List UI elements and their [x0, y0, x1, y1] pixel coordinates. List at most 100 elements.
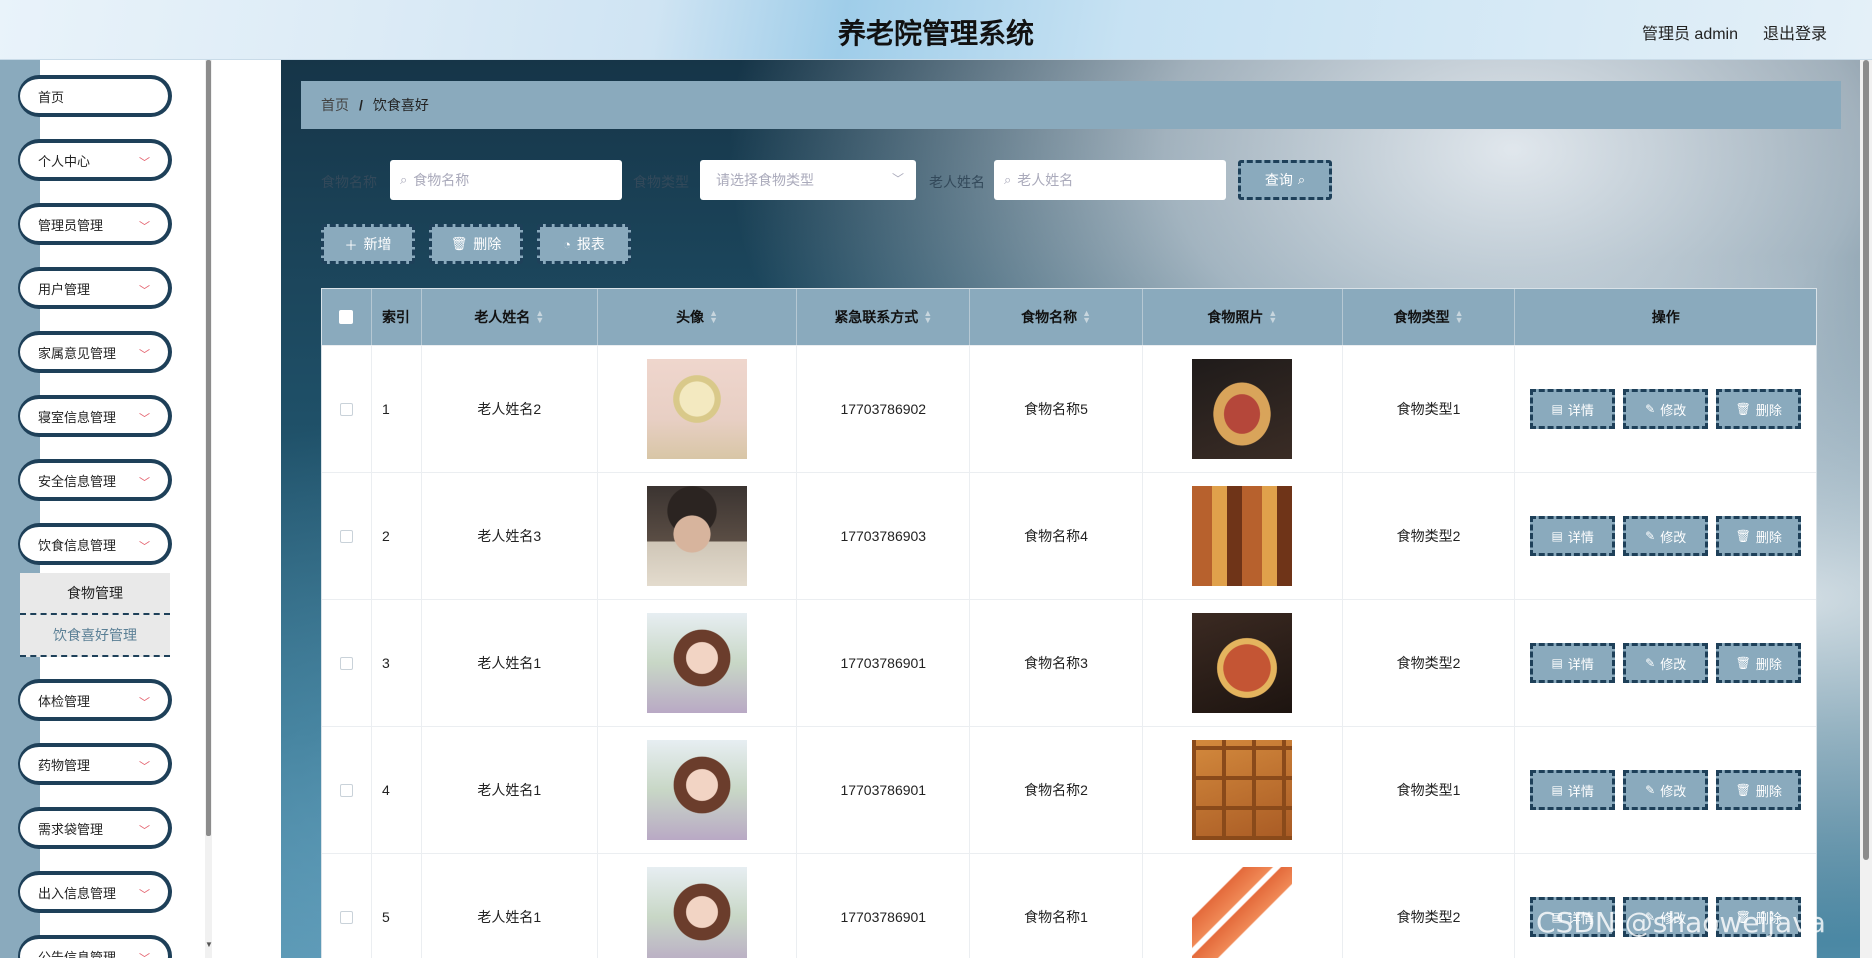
avatar-image[interactable]	[647, 486, 748, 586]
food-image[interactable]	[1192, 740, 1293, 840]
elder-name-input[interactable]: ⌕ 老人姓名	[994, 160, 1226, 200]
trash-icon: 🗑	[1735, 656, 1751, 670]
col-avatar[interactable]: 头像 ▲ ▼	[598, 289, 798, 345]
food-name-cell: 食物名称5	[970, 346, 1143, 472]
avatar-image[interactable]	[647, 613, 748, 713]
avatar-image[interactable]	[647, 359, 748, 459]
col-food-name[interactable]: 食物名称 ▲ ▼	[970, 289, 1143, 345]
detail-button[interactable]: ▤ 详情	[1530, 516, 1616, 556]
add-button[interactable]: ＋ 新增	[321, 224, 415, 264]
sort-icon[interactable]: ▲ ▼	[1455, 309, 1464, 325]
logout-link[interactable]: 退出登录	[1763, 20, 1827, 44]
row-checkbox[interactable]	[339, 656, 353, 670]
query-button[interactable]: 查询 ⌕	[1238, 160, 1332, 200]
detail-button[interactable]: ▤ 详情	[1530, 643, 1616, 683]
submenu-item-food[interactable]: 食物管理	[20, 573, 170, 615]
edit-icon: ✎	[1645, 529, 1656, 543]
edit-label: 修改	[1660, 402, 1687, 418]
sidebar-item-label: 寝室信息管理	[38, 409, 117, 425]
sort-icon[interactable]: ▲ ▼	[1082, 309, 1091, 325]
sidebar-item-medicine[interactable]: 药物管理 ﹀	[18, 743, 172, 785]
phone-cell: 17703786902	[797, 346, 971, 472]
trash-icon: 🗑	[1735, 402, 1751, 416]
row-delete-button[interactable]: 🗑 删除	[1716, 389, 1802, 429]
sidebar-item-access[interactable]: 出入信息管理 ﹀	[18, 871, 172, 913]
search-icon: ⌕	[400, 172, 408, 187]
index-cell: 5	[372, 854, 422, 958]
sidebar-item-home[interactable]: 首页	[18, 75, 172, 117]
sort-icon[interactable]: ▲ ▼	[1268, 309, 1277, 325]
food-image[interactable]	[1192, 613, 1293, 713]
chevron-down-icon: ﹀	[139, 285, 150, 297]
sidebar-item-users[interactable]: 用户管理 ﹀	[18, 267, 172, 309]
index-cell: 3	[372, 600, 422, 726]
select-all-checkbox[interactable]	[339, 310, 354, 324]
col-food-type[interactable]: 食物类型 ▲ ▼	[1343, 289, 1516, 345]
sidebar-item-notice[interactable]: 公告信息管理 ﹀	[18, 935, 172, 958]
col-emergency-contact[interactable]: 紧急联系方式 ▲ ▼	[797, 289, 971, 345]
row-checkbox[interactable]	[339, 910, 353, 924]
sidebar-item-security[interactable]: 安全信息管理 ﹀	[18, 459, 172, 501]
breadcrumb-home[interactable]: 首页	[321, 95, 349, 115]
avatar-image[interactable]	[647, 867, 748, 958]
actions-cell: ▤ 详情 ✎ 修改 🗑 删除	[1515, 600, 1816, 726]
chevron-down-icon: ﹀	[139, 477, 150, 489]
sort-icon[interactable]: ▲ ▼	[709, 309, 718, 325]
food-photo-cell	[1143, 600, 1343, 726]
edit-button[interactable]: ✎ 修改	[1623, 516, 1709, 556]
phone-cell: 17703786903	[797, 473, 971, 599]
select-all-cell	[322, 289, 372, 345]
edit-icon: ✎	[1645, 402, 1656, 416]
sidebar-item-diet[interactable]: 饮食信息管理 ﹀	[18, 523, 172, 565]
sidebar-item-family-feedback[interactable]: 家属意见管理 ﹀	[18, 331, 172, 373]
edit-button[interactable]: ✎ 修改	[1623, 643, 1709, 683]
submenu-item-diet-preference[interactable]: 饮食喜好管理	[20, 615, 170, 657]
food-image[interactable]	[1192, 359, 1293, 459]
food-image[interactable]	[1192, 486, 1293, 586]
avatar-image[interactable]	[647, 740, 748, 840]
detail-button[interactable]: ▤ 详情	[1530, 770, 1616, 810]
row-checkbox[interactable]	[339, 402, 353, 416]
report-button[interactable]: ◔ 报表	[537, 224, 631, 264]
chevron-down-icon: ﹀	[139, 825, 150, 837]
detail-label: 详情	[1567, 656, 1594, 672]
detail-button[interactable]: ▤ 详情	[1530, 389, 1616, 429]
main-scrollbar[interactable]	[1860, 60, 1872, 958]
sort-icon[interactable]: ▲ ▼	[535, 309, 544, 325]
food-image[interactable]	[1192, 867, 1293, 958]
sort-icon[interactable]: ▲ ▼	[923, 309, 932, 325]
food-name-input[interactable]: ⌕ 食物名称	[390, 160, 622, 200]
col-food-photo[interactable]: 食物照片 ▲ ▼	[1143, 289, 1343, 345]
row-delete-button[interactable]: 🗑 删除	[1716, 643, 1802, 683]
avatar-cell	[598, 346, 798, 472]
edit-label: 修改	[1660, 656, 1687, 672]
trash-icon: 🗑	[1735, 783, 1751, 797]
sidebar-scrollbar[interactable]: ▼	[205, 60, 212, 958]
table-row: 2 老人姓名3 17703786903 食物名称4 食物类型2 ▤ 详情 ✎ 修改 …	[322, 472, 1816, 599]
search-icon: ⌕	[1004, 172, 1012, 187]
phone-cell: 17703786901	[797, 727, 971, 853]
top-header: 养老院管理系统 管理员 admin 退出登录	[0, 0, 1872, 60]
row-checkbox[interactable]	[339, 783, 353, 797]
main-scroll-thumb[interactable]	[1863, 60, 1869, 860]
sidebar-item-needs[interactable]: 需求袋管理 ﹀	[18, 807, 172, 849]
sidebar-item-dorm[interactable]: 寝室信息管理 ﹀	[18, 395, 172, 437]
col-elder-name[interactable]: 老人姓名 ▲ ▼	[422, 289, 598, 345]
food-type-select[interactable]: 请选择食物类型 ﹀	[700, 160, 916, 200]
delete-button[interactable]: 🗑 删除	[429, 224, 523, 264]
row-delete-button[interactable]: 🗑 删除	[1716, 770, 1802, 810]
delete-label: 删除	[1755, 402, 1782, 418]
edit-button[interactable]: ✎ 修改	[1623, 770, 1709, 810]
sidebar-scroll-thumb[interactable]	[206, 60, 211, 836]
scroll-down-arrow-icon[interactable]: ▼	[205, 940, 212, 949]
edit-button[interactable]: ✎ 修改	[1623, 389, 1709, 429]
food-name-cell: 食物名称4	[970, 473, 1143, 599]
row-delete-button[interactable]: 🗑 删除	[1716, 516, 1802, 556]
sidebar-menu: 首页 个人中心 ﹀ 管理员管理 ﹀ 用户管理 ﹀ 家属意见管理 ﹀ 寝室信息管理 ﹀ 安全…	[18, 75, 172, 958]
row-checkbox[interactable]	[339, 529, 353, 543]
avatar-cell	[598, 854, 798, 958]
sidebar-item-admin[interactable]: 管理员管理 ﹀	[18, 203, 172, 245]
sidebar-item-checkup[interactable]: 体检管理 ﹀	[18, 679, 172, 721]
report-button-label: 报表	[576, 236, 605, 252]
sidebar-item-personal-center[interactable]: 个人中心 ﹀	[18, 139, 172, 181]
